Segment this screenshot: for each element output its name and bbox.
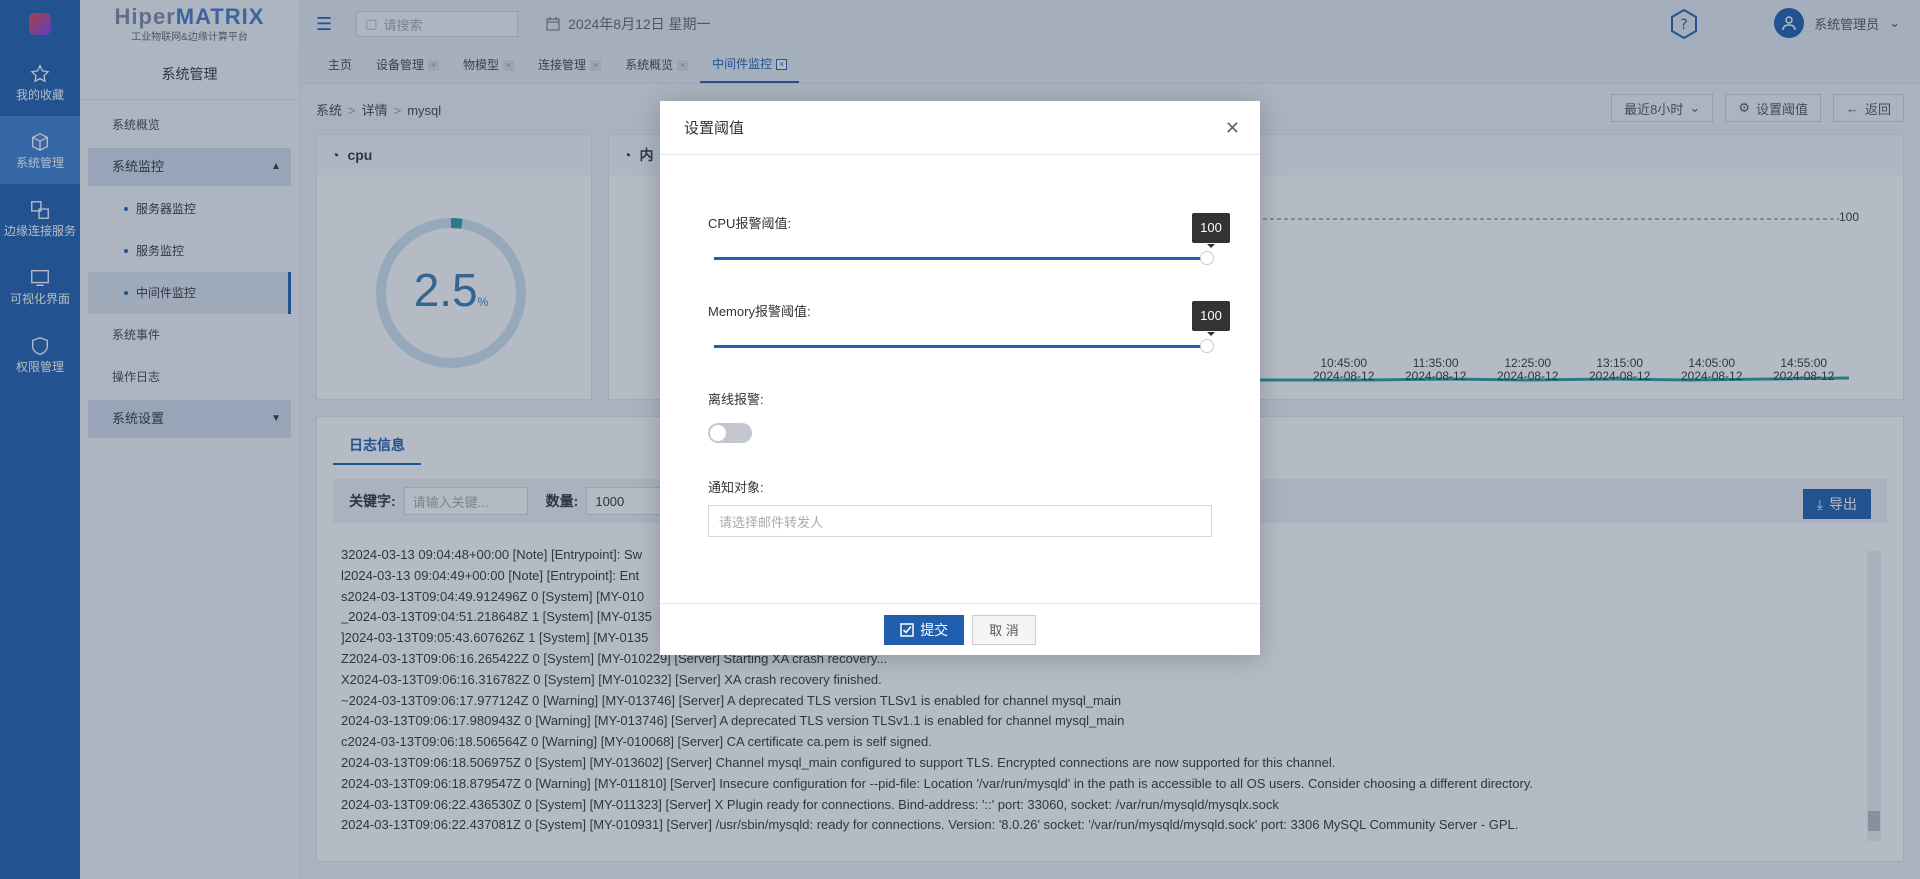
notify-placeholder: 请选择邮件转发人 <box>719 514 824 530</box>
submit-button[interactable]: 提交 <box>884 614 965 645</box>
notify-label: 通知对象: <box>708 480 764 495</box>
cpu-threshold-label: CPU报警阈值: <box>708 216 792 231</box>
dialog-title: 设置阈值 <box>660 101 1260 155</box>
offline-alarm-label: 离线报警: <box>708 392 764 407</box>
memory-threshold-slider[interactable]: 100 <box>714 301 1230 353</box>
notify-select[interactable]: 请选择邮件转发人 <box>708 505 1212 537</box>
threshold-dialog: 设置阈值 ✕ CPU报警阈值: 100 Memory报警阈值: 100 离线报警… <box>660 101 1260 655</box>
memory-threshold-label: Memory报警阈值: <box>708 304 811 319</box>
submit-label: 提交 <box>920 621 949 638</box>
offline-alarm-toggle[interactable] <box>708 423 752 443</box>
cpu-threshold-slider[interactable]: 100 <box>714 213 1230 265</box>
slider-tooltip: 100 <box>1192 213 1230 248</box>
slider-handle[interactable] <box>1200 251 1214 265</box>
check-square-icon <box>900 622 914 637</box>
slider-tooltip: 100 <box>1192 301 1230 336</box>
slider-handle[interactable] <box>1200 339 1214 353</box>
cancel-button[interactable]: 取 消 <box>972 614 1036 645</box>
close-icon[interactable]: ✕ <box>1225 118 1240 139</box>
dialog-footer: 提交 取 消 <box>660 603 1260 655</box>
cancel-label: 取 消 <box>989 623 1019 638</box>
